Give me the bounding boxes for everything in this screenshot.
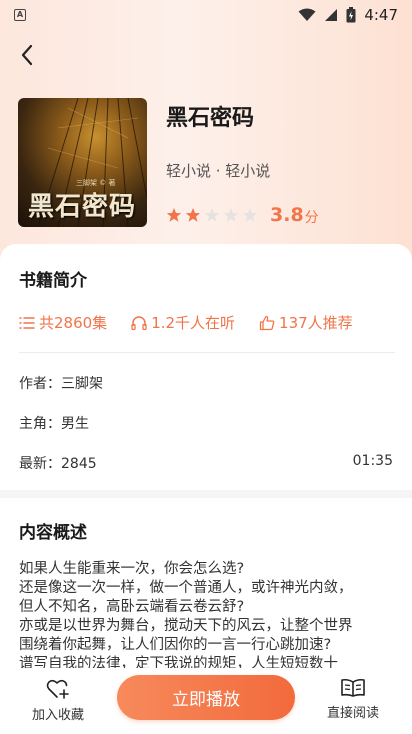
star-empty-icon	[242, 208, 258, 222]
latest-duration: 01:35	[352, 453, 393, 469]
book-icon	[341, 678, 365, 697]
section-separator	[0, 490, 412, 498]
lead-label: 主角：	[19, 416, 61, 432]
stats-row: 共2860集 1.2千人在听 137人推荐	[19, 312, 377, 333]
recommend-stat[interactable]: 137人推荐	[259, 312, 353, 333]
thumbs-up-icon	[259, 315, 275, 330]
rating-score: 3.8	[270, 204, 304, 226]
list-icon	[19, 316, 35, 329]
status-time: 4:47	[364, 6, 398, 24]
wifi-icon	[298, 8, 316, 21]
summary-line: 围绕着你起舞，让人们因你的一言一行心跳加速?	[19, 637, 332, 653]
rating-unit: 分	[304, 210, 319, 226]
rating: 3.8 分	[166, 203, 319, 227]
star-half-icon	[185, 208, 201, 222]
rating-stars	[166, 207, 258, 223]
lead-row: 主角：男生	[19, 413, 89, 433]
episodes-count: 共2860集	[39, 314, 108, 332]
lead-value: 男生	[61, 416, 89, 432]
author-label: 作者：	[19, 376, 61, 392]
read-button[interactable]: 直接阅读	[318, 678, 388, 721]
favorite-button[interactable]: 加入收藏	[23, 678, 93, 723]
summary-line: 亦或是以世界为舞台，搅动天下的风云，让整个世界	[19, 618, 353, 634]
recommend-count: 137人推荐	[279, 314, 353, 332]
book-title: 黑石密码	[166, 106, 255, 131]
book-cover[interactable]: 三脚架 © 著 黑石密码	[18, 98, 147, 227]
play-now-button[interactable]: 立即播放	[117, 675, 295, 720]
star-full-icon	[166, 208, 182, 222]
favorite-label: 加入收藏	[31, 708, 84, 723]
summary-line: 还是像这一次一样，做一个普通人，或许神光内敛，	[19, 580, 353, 596]
battery-icon	[346, 7, 356, 23]
summary-text: 如果人生能重来一次，你会怎么选? 还是像这一次一样，做一个普通人，或许神光内敛， 但…	[19, 560, 399, 668]
notification-icon: A	[14, 9, 26, 21]
summary-heading: 内容概述	[19, 523, 87, 543]
signal-icon	[325, 9, 338, 21]
back-button[interactable]	[12, 40, 42, 70]
author-name[interactable]: 三脚架	[61, 376, 103, 392]
read-label: 直接阅读	[326, 706, 379, 721]
episodes-stat[interactable]: 共2860集	[19, 312, 107, 333]
book-category: 轻小说 · 轻小说	[166, 162, 271, 180]
heart-plus-icon	[46, 679, 69, 699]
divider	[19, 352, 395, 353]
star-empty-icon	[204, 208, 220, 222]
latest-episode: 2845	[61, 456, 97, 472]
listeners-stat: 1.2千人在听	[131, 312, 235, 333]
back-arrow-icon	[21, 44, 33, 66]
summary-line: 如果人生能重来一次，你会怎么选?	[19, 561, 245, 577]
status-bar: A 4:47	[0, 0, 412, 30]
star-empty-icon	[223, 208, 239, 222]
summary-line: 谱写自我的法律，定下我说的规矩，人生短短数十	[19, 656, 338, 668]
intro-heading: 书籍简介	[19, 271, 87, 291]
listeners-count: 1.2千人在听	[151, 314, 236, 332]
summary-line: 但人不知名，高卧云端看云卷云舒?	[19, 599, 245, 615]
headphones-icon	[131, 315, 147, 330]
latest-label: 最新：	[19, 456, 61, 472]
author-row: 作者：三脚架	[19, 373, 103, 393]
latest-row[interactable]: 最新：2845	[19, 453, 97, 473]
cover-title: 黑石密码	[28, 192, 137, 222]
